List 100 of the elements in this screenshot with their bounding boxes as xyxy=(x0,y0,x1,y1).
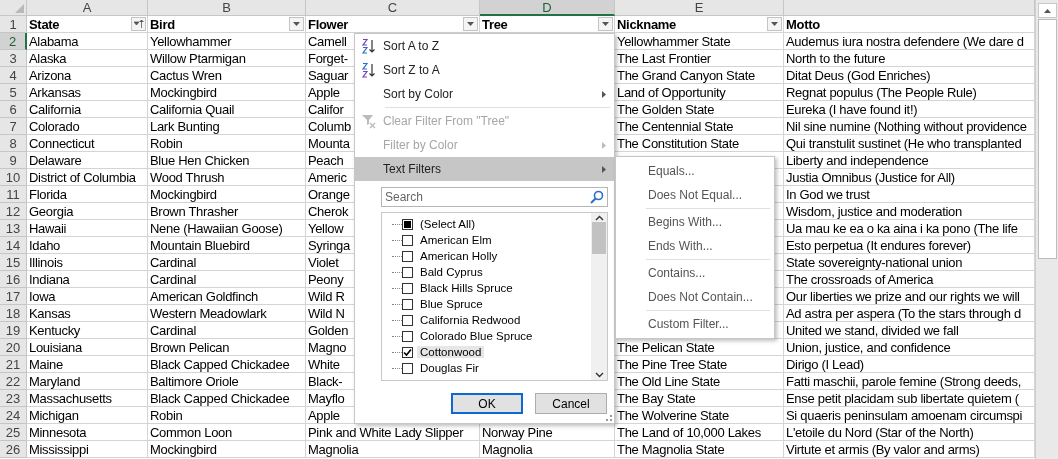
table-cell: Black Capped Chickadee xyxy=(148,356,306,373)
table-cell: State sovereignty-national union xyxy=(784,254,1035,271)
search-field[interactable]: Search xyxy=(381,187,608,207)
header-label: Motto xyxy=(786,16,820,32)
table-cell: Florida xyxy=(27,186,148,203)
checkbox[interactable] xyxy=(402,346,413,358)
checkbox[interactable] xyxy=(402,362,413,374)
row-header[interactable]: 11 xyxy=(0,186,27,203)
filter-dropdown-button[interactable] xyxy=(289,17,304,31)
table-cell: Illinois xyxy=(27,254,148,271)
table-cell: Magnolia xyxy=(306,441,480,458)
checkbox[interactable] xyxy=(402,218,413,230)
checkbox[interactable] xyxy=(402,282,413,294)
menu-item[interactable]: Text Filters xyxy=(355,157,614,181)
table-cell: The Wolverine State xyxy=(615,407,784,424)
table-cell: Qui transtulit sustinet (He who transplanted xyxy=(784,135,1035,152)
table-cell: Nene (Hawaiian Goose) xyxy=(148,220,306,237)
resize-grip-icon[interactable] xyxy=(606,415,612,421)
vertical-scrollbar[interactable] xyxy=(1035,0,1058,459)
row-header[interactable]: 15 xyxy=(0,254,27,271)
row-header[interactable]: 19 xyxy=(0,322,27,339)
menu-item[interactable]: Contains... xyxy=(616,261,774,285)
sort-descending-icon xyxy=(361,62,377,78)
menu-item[interactable]: Custom Filter... xyxy=(616,312,774,336)
checkbox[interactable] xyxy=(402,250,413,262)
table-cell: The Bay State xyxy=(615,390,784,407)
row-header[interactable]: 17 xyxy=(0,288,27,305)
checkbox[interactable] xyxy=(402,298,413,310)
checkbox[interactable] xyxy=(402,234,413,246)
chevron-up-icon[interactable] xyxy=(594,215,604,221)
table-cell: Mountain Bluebird xyxy=(148,237,306,254)
chevron-down-icon[interactable] xyxy=(594,372,604,378)
table-cell: Cactus Wren xyxy=(148,67,306,84)
row-header[interactable]: 25 xyxy=(0,424,27,441)
column-header[interactable]: B xyxy=(148,0,306,16)
row-header[interactable]: 10 xyxy=(0,169,27,186)
row-header[interactable]: 14 xyxy=(0,237,27,254)
menu-item[interactable]: Equals... xyxy=(616,159,774,183)
table-cell: In God we trust xyxy=(784,186,1035,203)
menu-item[interactable]: Does Not Contain... xyxy=(616,285,774,309)
table-cell: California Quail xyxy=(148,101,306,118)
filter-clear-icon xyxy=(361,113,377,129)
row-header[interactable]: 1 xyxy=(0,16,27,33)
row-header[interactable]: 3 xyxy=(0,50,27,67)
table-cell: Hawaii xyxy=(27,220,148,237)
value-label[interactable]: Cottonwood xyxy=(417,346,485,358)
checkbox[interactable] xyxy=(402,266,413,278)
value-label[interactable]: Douglas Fir xyxy=(417,362,482,374)
checkbox[interactable] xyxy=(402,330,413,342)
filter-dropdown-button[interactable] xyxy=(463,17,478,31)
menu-item[interactable]: Ends With... xyxy=(616,234,774,258)
row-header[interactable]: 9 xyxy=(0,152,27,169)
column-header[interactable]: D xyxy=(480,0,615,16)
filter-dropdown-button[interactable] xyxy=(131,17,146,31)
corner-triangle-icon xyxy=(15,4,24,13)
value-label[interactable]: (Select All) xyxy=(417,218,478,230)
filter-dropdown-button[interactable] xyxy=(598,17,613,31)
caret-down-icon xyxy=(771,22,778,26)
table-cell: Union, justice, and confidence xyxy=(784,339,1035,356)
table-cell: Si quaeris peninsulam amoenam circumspi xyxy=(784,407,1035,424)
table-cell: Yellowhammer xyxy=(148,33,306,50)
filter-dropdown-button[interactable] xyxy=(767,17,782,31)
row-header[interactable]: 4 xyxy=(0,67,27,84)
row-header[interactable]: 20 xyxy=(0,339,27,356)
table-cell: Nil sine numine (Nothing without providence xyxy=(784,118,1035,135)
table-cell: Magnolia xyxy=(480,441,615,458)
row-header[interactable]: 16 xyxy=(0,271,27,288)
row-header[interactable]: 5 xyxy=(0,84,27,101)
scrollbar-thumb[interactable] xyxy=(592,221,606,254)
table-cell: Robin xyxy=(148,407,306,424)
table-cell: The Last Frontier xyxy=(615,50,784,67)
table-cell: Cardinal xyxy=(148,322,306,339)
scroll-up-button[interactable] xyxy=(1037,3,1057,18)
row-header[interactable]: 22 xyxy=(0,373,27,390)
column-header[interactable]: E xyxy=(615,0,784,16)
row-header[interactable]: 7 xyxy=(0,118,27,135)
row-header[interactable]: 21 xyxy=(0,356,27,373)
column-header[interactable]: A xyxy=(27,0,148,16)
row-header[interactable]: 24 xyxy=(0,407,27,424)
row-header[interactable]: 26 xyxy=(0,441,27,458)
scrollbar-thumb[interactable] xyxy=(1037,19,1057,259)
row-header[interactable]: 6 xyxy=(0,101,27,118)
list-scrollbar[interactable] xyxy=(591,213,607,380)
cancel-button[interactable]: Cancel xyxy=(535,393,607,414)
menu-item[interactable]: Begins With... xyxy=(616,210,774,234)
row-header[interactable]: 2 xyxy=(0,33,27,50)
menu-item[interactable]: Does Not Equal... xyxy=(616,183,774,207)
row-header[interactable]: 8 xyxy=(0,135,27,152)
column-header[interactable]: C xyxy=(306,0,480,16)
table-cell: The Grand Canyon State xyxy=(615,67,784,84)
table-cell: Ad astra per aspera (To the stars through d xyxy=(784,305,1035,322)
table-cell: Mockingbird xyxy=(148,84,306,101)
table-cell: Idaho xyxy=(27,237,148,254)
table-cell: Mississippi xyxy=(27,441,148,458)
row-header[interactable]: 23 xyxy=(0,390,27,407)
ok-button[interactable]: OK xyxy=(451,393,523,414)
row-header[interactable]: 13 xyxy=(0,220,27,237)
row-header[interactable]: 12 xyxy=(0,203,27,220)
checkbox[interactable] xyxy=(402,314,413,326)
row-header[interactable]: 18 xyxy=(0,305,27,322)
